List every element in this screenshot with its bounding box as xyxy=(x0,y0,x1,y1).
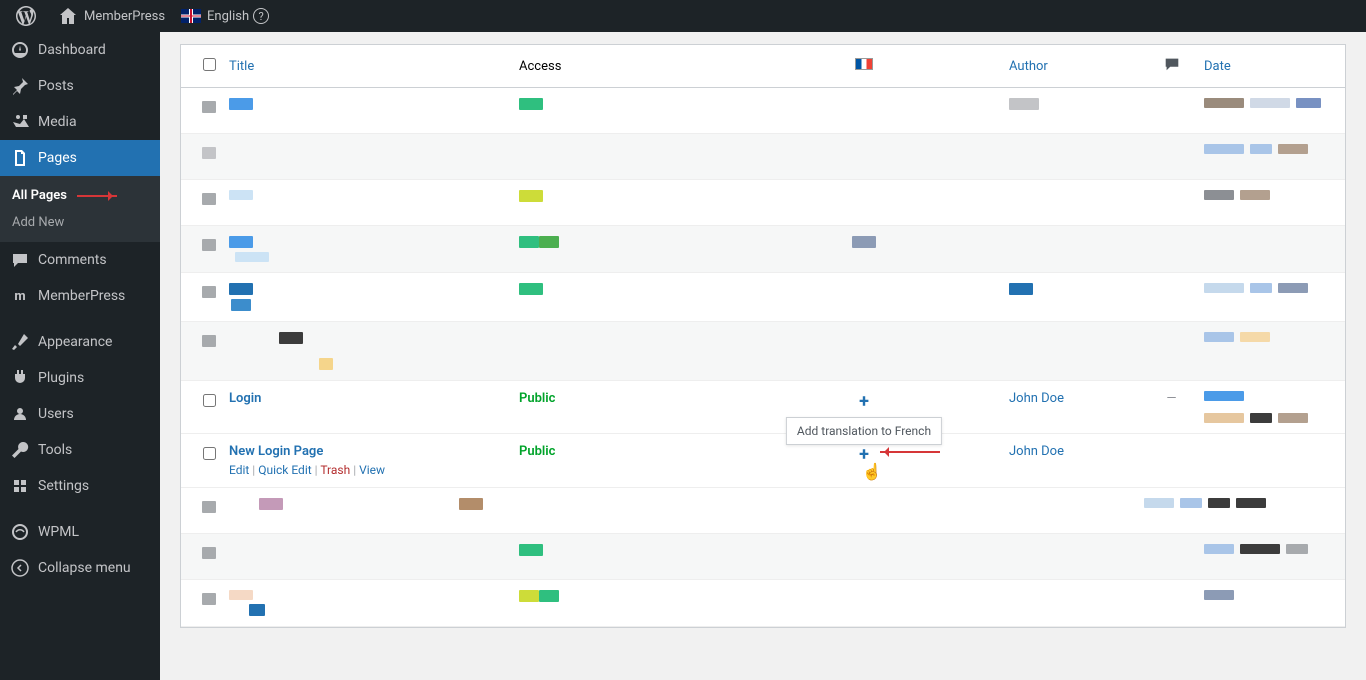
sidebar-item-plugins[interactable]: Plugins xyxy=(0,360,160,396)
table-row xyxy=(181,580,1345,627)
wpml-icon xyxy=(10,522,30,542)
wordpress-icon xyxy=(16,6,36,26)
sidebar-item-media[interactable]: Media xyxy=(0,104,160,140)
page-title-link[interactable]: Login xyxy=(229,391,519,406)
comment-count: — xyxy=(1166,391,1176,406)
sidebar-item-comments[interactable]: Comments xyxy=(0,242,160,278)
sidebar-subitem-all-pages[interactable]: All Pages xyxy=(0,182,160,209)
memberpress-icon: m xyxy=(10,286,30,306)
pages-submenu: All Pages Add New xyxy=(0,176,160,242)
sidebar-item-settings[interactable]: Settings xyxy=(0,468,160,504)
site-name: MemberPress xyxy=(84,9,165,24)
pages-icon xyxy=(10,148,30,168)
language-label: English xyxy=(207,9,249,24)
annotation-arrow-1 xyxy=(77,195,117,197)
table-row xyxy=(181,322,1345,381)
access-label: Public xyxy=(519,444,555,459)
action-trash[interactable]: Trash xyxy=(320,463,350,477)
annotation-arrow-2 xyxy=(880,451,940,453)
table-row xyxy=(181,488,1345,534)
column-header-title[interactable]: Title xyxy=(229,59,519,74)
brush-icon xyxy=(10,332,30,352)
table-row-new-login: New Login Page Edit | Quick Edit | Trash… xyxy=(181,434,1345,488)
admin-sidebar: Dashboard Posts Media Pages All Pages Ad… xyxy=(0,32,160,680)
sidebar-item-wpml[interactable]: WPML xyxy=(0,514,160,550)
home-link[interactable]: MemberPress xyxy=(50,0,173,32)
access-label: Public xyxy=(519,391,555,406)
sidebar-item-tools[interactable]: Tools xyxy=(0,432,160,468)
flag-uk-icon xyxy=(181,9,201,23)
pages-table: Title Access Author Date xyxy=(180,44,1346,628)
flag-fr-icon xyxy=(855,58,873,70)
table-header-row: Title Access Author Date xyxy=(181,45,1345,88)
collapse-icon xyxy=(10,558,30,578)
action-view[interactable]: View xyxy=(359,463,385,477)
translation-tooltip: Add translation to French xyxy=(786,417,942,445)
table-row xyxy=(181,273,1345,322)
select-all-checkbox[interactable] xyxy=(203,58,216,71)
table-row-login: Login Public + Add translation to French… xyxy=(181,381,1345,434)
users-icon xyxy=(10,404,30,424)
dashboard-icon xyxy=(10,40,30,60)
table-row xyxy=(181,534,1345,580)
comment-icon xyxy=(1163,55,1181,73)
sidebar-item-memberpress[interactable]: m MemberPress xyxy=(0,278,160,314)
home-icon xyxy=(58,6,78,26)
page-title-link[interactable]: New Login Page xyxy=(229,444,519,459)
add-translation-plus-icon[interactable]: + xyxy=(859,391,869,412)
sidebar-subitem-add-new[interactable]: Add New xyxy=(0,209,160,236)
author-link[interactable]: John Doe xyxy=(1009,391,1064,406)
action-quick-edit[interactable]: Quick Edit xyxy=(258,463,311,477)
plugin-icon xyxy=(10,368,30,388)
main-content: Title Access Author Date xyxy=(160,32,1366,680)
column-header-access: Access xyxy=(519,59,719,74)
help-icon: ? xyxy=(253,8,269,24)
table-row xyxy=(181,88,1345,134)
column-header-date[interactable]: Date xyxy=(1204,59,1337,74)
sidebar-item-users[interactable]: Users xyxy=(0,396,160,432)
sidebar-item-posts[interactable]: Posts xyxy=(0,68,160,104)
sidebar-item-dashboard[interactable]: Dashboard xyxy=(0,32,160,68)
language-switcher[interactable]: English ? xyxy=(173,0,277,32)
pin-icon xyxy=(10,76,30,96)
sidebar-item-collapse[interactable]: Collapse menu xyxy=(0,550,160,586)
wordpress-logo[interactable] xyxy=(8,0,50,32)
row-actions: Edit | Quick Edit | Trash | View xyxy=(229,463,519,477)
author-link[interactable]: John Doe xyxy=(1009,444,1064,459)
table-row xyxy=(181,180,1345,226)
table-row xyxy=(181,134,1345,180)
sidebar-item-appearance[interactable]: Appearance xyxy=(0,324,160,360)
column-header-language xyxy=(719,58,1009,74)
cursor-icon: ☝ xyxy=(862,462,882,481)
media-icon xyxy=(10,112,30,132)
settings-icon xyxy=(10,476,30,496)
comments-icon xyxy=(10,250,30,270)
table-row xyxy=(181,226,1345,273)
row-checkbox[interactable] xyxy=(203,447,216,460)
column-header-comments[interactable] xyxy=(1139,55,1204,77)
column-header-author[interactable]: Author xyxy=(1009,59,1139,74)
tools-icon xyxy=(10,440,30,460)
sidebar-item-pages[interactable]: Pages xyxy=(0,140,160,176)
row-checkbox[interactable] xyxy=(203,394,216,407)
action-edit[interactable]: Edit xyxy=(229,463,249,477)
